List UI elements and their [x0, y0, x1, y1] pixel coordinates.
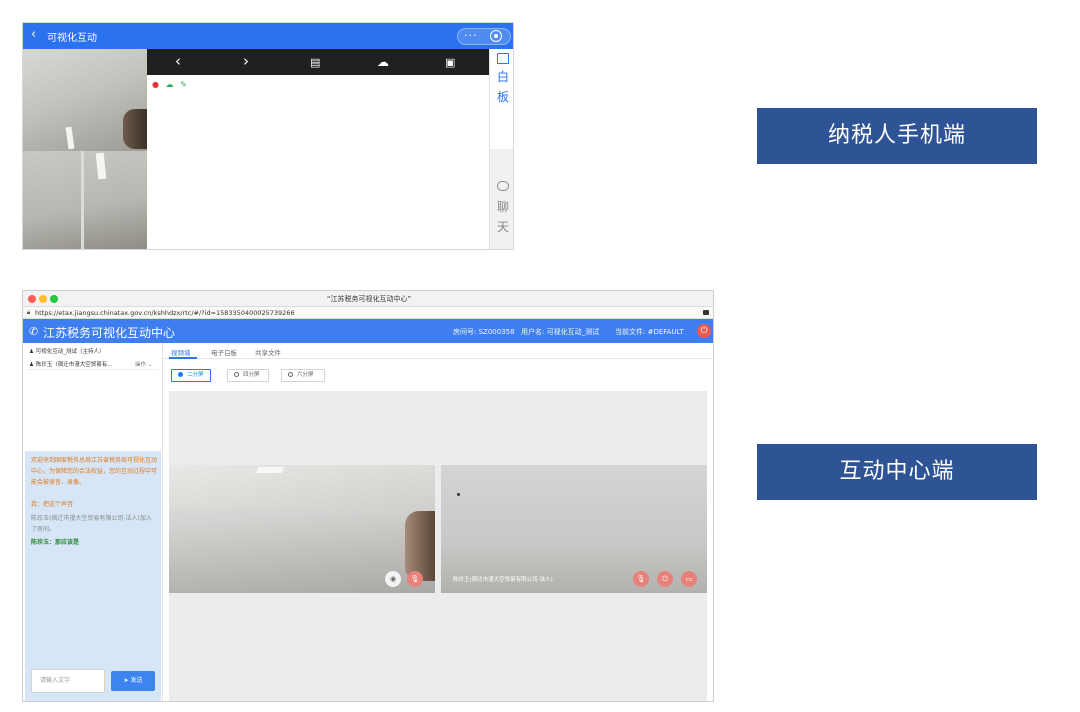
video-stage: ◉ 🎙︎ 陈珍玉(宿迁市漫大空贸易有限公司-法人) 🎙︎ ⏻ ▭ [169, 391, 707, 701]
microphone-icon[interactable]: ● [152, 80, 159, 89]
badge-mobile: 纳税人手机端 [757, 108, 1037, 164]
close-target-icon[interactable] [490, 30, 502, 42]
mobile-video-local [23, 151, 147, 249]
more-icon[interactable]: ··· [464, 29, 478, 42]
chevron-down-icon: ⌄ [147, 362, 153, 368]
divider [27, 369, 159, 370]
tab-whiteboard[interactable]: 电子白板 [211, 347, 237, 357]
user-icon: ♟ [29, 362, 34, 368]
edit-icon[interactable]: ✎ [180, 80, 187, 89]
tab-whiteboard-label-1: 白 [496, 70, 509, 84]
radio-icon [178, 372, 183, 377]
app-title: 江苏税务可视化互动中心 [43, 326, 176, 340]
lock-icon: 🔒︎ [27, 309, 31, 316]
ceiling-light [65, 126, 75, 150]
wall-spot [457, 493, 460, 496]
image-card-icon[interactable]: ▣ [445, 55, 455, 71]
url-text[interactable]: https://etax.jiangsu.chinatax.gov.cn/ksh… [35, 309, 295, 317]
ceiling [169, 465, 435, 509]
split-label: 四分屏 [243, 372, 260, 378]
tab-chat-label-2[interactable]: 天 [490, 219, 513, 235]
chat-message-guest: 陈珍玉：那应该是 [31, 539, 80, 546]
logo-icon: ✆ [29, 325, 39, 338]
app-header: ✆ 江苏税务可视化互动中心 房间号: SZ000358 用户名: 可视化互动_测… [23, 319, 713, 343]
whiteboard-canvas[interactable]: ● ☁ ✎ [147, 75, 489, 249]
cloud-icon[interactable]: ☁ [166, 80, 174, 89]
document-search-icon[interactable]: ▤ [310, 55, 320, 71]
mobile-title-bar: ‹ 可视化互动 ··· [23, 23, 513, 49]
video-participant-name: 陈珍玉(宿迁市漫大空贸易有限公司-法人) [453, 577, 553, 583]
power-icon[interactable]: ⏻ [657, 571, 673, 587]
member-name: 陈珍玉（宿迁市漫大空贸易有... [35, 362, 113, 368]
whiteboard-icon [497, 53, 509, 64]
badge-desktop: 互动中心端 [757, 444, 1037, 500]
split-two-radio[interactable]: 二分屏 [171, 369, 211, 382]
power-icon[interactable]: ⏻ [697, 324, 711, 338]
cloud-upload-icon[interactable]: ☁ [377, 54, 389, 70]
tab-whiteboard[interactable]: 白 板 [490, 49, 513, 149]
whiteboard-mini-tools: ● ☁ ✎ [152, 80, 191, 89]
whiteboard-toolbar: ‹ › ▤ ☁ ▣ [147, 49, 489, 75]
chat-welcome: 欢迎来到国家税务总局江苏省税务局可视化互动中心，为保障您的合法权益，您的互动过程… [31, 457, 158, 486]
radio-icon [234, 372, 239, 377]
back-icon[interactable]: ‹ [31, 28, 36, 42]
send-icon: ➤ [123, 677, 129, 684]
chat-icon[interactable] [497, 181, 509, 191]
eye-icon[interactable]: ◉ [385, 571, 401, 587]
chat-message-me: 我：把这个声音 [31, 501, 74, 508]
browser-title-bar: “江苏税务可视化互动中心” [23, 291, 713, 307]
main-content: 视频墙 电子白板 共享文件 二分屏 四分屏 六分屏 ◉ 🎙︎ 陈珍玉(宿迁市漫大… [163, 343, 713, 701]
member-ops-dropdown[interactable]: 操作 ⌄ [135, 360, 152, 368]
person-face [123, 109, 147, 149]
tab-chat-label-1[interactable]: 聊 [490, 199, 513, 215]
main-tabs: 视频墙 电子白板 共享文件 [163, 343, 713, 359]
chat-system-join: 陈珍玉(宿迁市漫大空贸易有限公司-法人)加入了房间。 [31, 515, 152, 533]
microphone-icon[interactable]: 🎙︎ [407, 571, 423, 587]
split-four-radio[interactable]: 四分屏 [227, 369, 269, 382]
mobile-side-tabs: 白 板 聊 天 [489, 49, 513, 249]
window-title: “江苏税务可视化互动中心” [326, 295, 412, 303]
ceiling-light [255, 467, 285, 473]
member-host[interactable]: ♟ 可视化互动_测试（主持人） [29, 347, 104, 355]
desktop-screen: “江苏税务可视化互动中心” 🔒︎ https://etax.jiangsu.ch… [22, 290, 714, 702]
member-guest[interactable]: ♟ 陈珍玉（宿迁市漫大空贸易有... [29, 360, 112, 368]
chat-input[interactable]: 请输入文字 [31, 669, 105, 693]
send-label: 发送 [130, 677, 143, 684]
ops-label: 操作 [135, 362, 147, 368]
mobile-video-remote [23, 49, 147, 151]
ceiling-beam [81, 151, 84, 249]
chevron-left-icon[interactable]: ‹ [175, 53, 181, 69]
person-face [405, 511, 435, 581]
capsule-menu: ··· [457, 28, 511, 45]
user-icon: ♟ [29, 349, 34, 355]
member-chat-panel: ♟ 可视化互动_测试（主持人） ♟ 陈珍玉（宿迁市漫大空贸易有... 操作 ⌄ … [23, 343, 163, 701]
video-tile-host: ◉ 🎙︎ [169, 465, 435, 593]
mobile-screen: ‹ 可视化互动 ··· ‹ › ▤ ☁ ▣ ● ☁ ✎ 白 板 聊 天 [22, 22, 514, 250]
extension-icon[interactable] [703, 310, 709, 315]
user-name: 用户名: 可视化互动_测试 [521, 328, 600, 336]
chevron-right-icon[interactable]: › [243, 53, 249, 69]
split-six-radio[interactable]: 六分屏 [281, 369, 325, 382]
ceiling-light [95, 152, 107, 180]
tab-shared-files[interactable]: 共享文件 [255, 347, 281, 357]
split-label: 二分屏 [187, 372, 204, 378]
tab-whiteboard-label-2: 板 [496, 90, 509, 104]
address-bar[interactable]: 🔒︎ https://etax.jiangsu.chinatax.gov.cn/… [23, 307, 713, 319]
member-name: 可视化互动_测试（主持人） [35, 349, 105, 355]
camera-icon[interactable]: ▭ [681, 571, 697, 587]
tab-underline [169, 357, 197, 359]
tab-video-wall[interactable]: 视频墙 [171, 347, 191, 357]
split-label: 六分屏 [297, 372, 314, 378]
send-button[interactable]: ➤ 发送 [111, 671, 155, 691]
video-tile-guest: 陈珍玉(宿迁市漫大空贸易有限公司-法人) 🎙︎ ⏻ ▭ [441, 465, 707, 593]
radio-icon [288, 372, 293, 377]
current-file: 当前文件: #DEFAULT [615, 328, 684, 336]
mobile-title: 可视化互动 [47, 33, 97, 44]
chat-panel: 欢迎来到国家税务总局江苏省税务局可视化互动中心，为保障您的合法权益，您的互动过程… [25, 451, 161, 701]
microphone-icon[interactable]: 🎙︎ [633, 571, 649, 587]
room-number: 房间号: SZ000358 [453, 328, 515, 336]
